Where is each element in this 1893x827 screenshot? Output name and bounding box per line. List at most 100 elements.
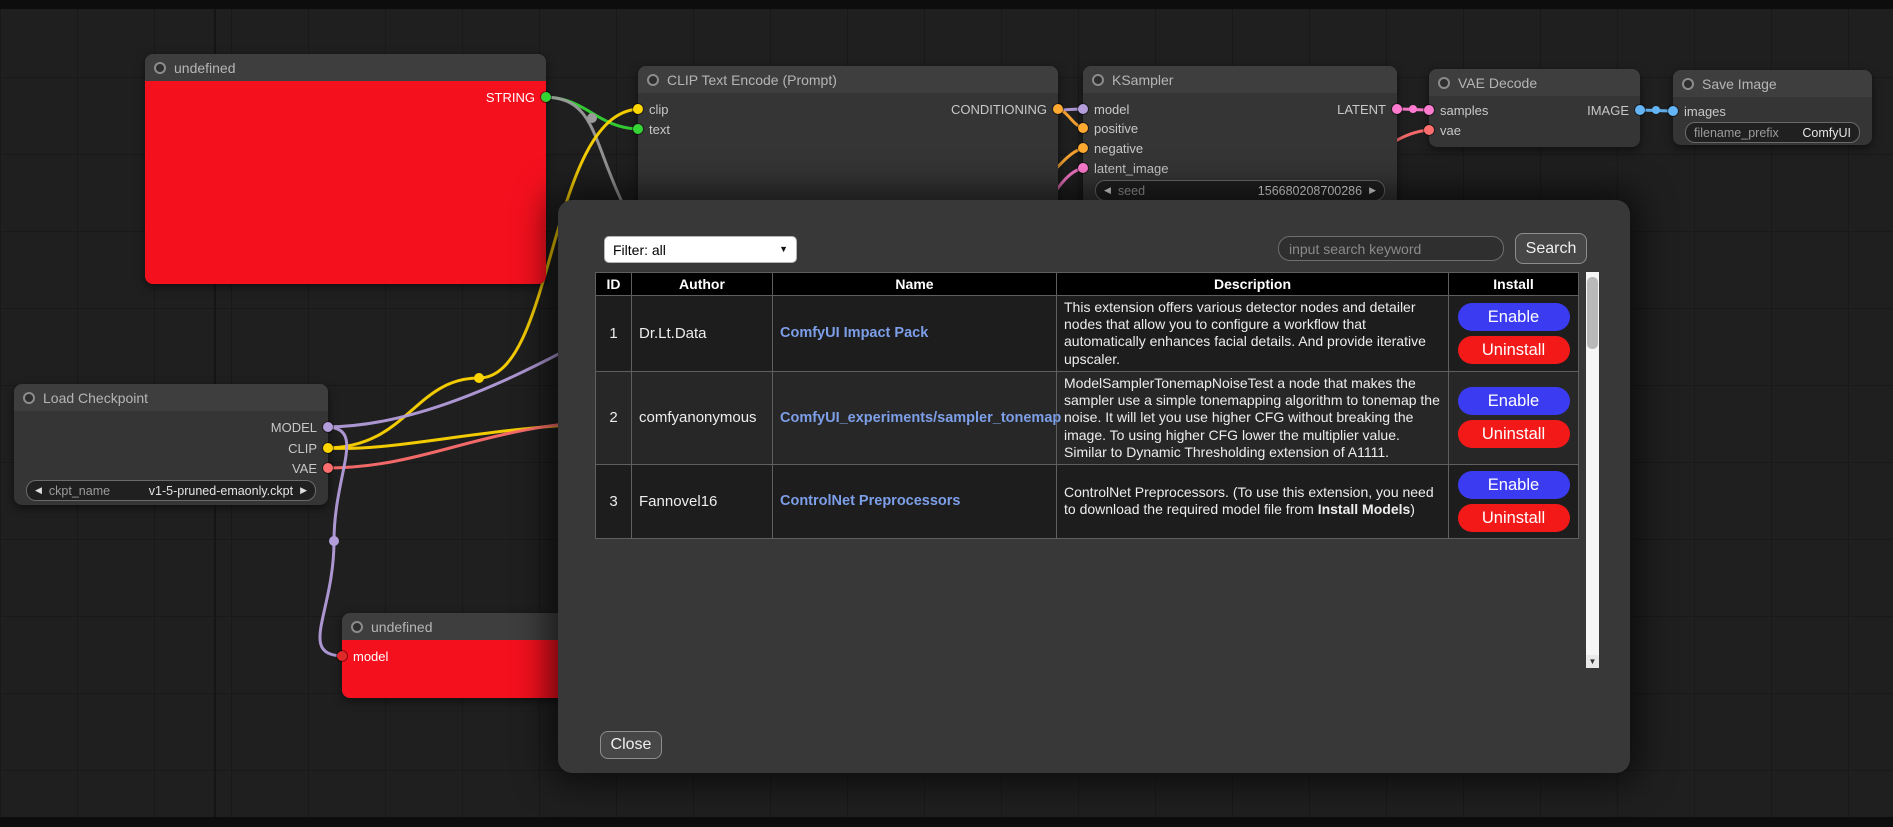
slot-dot-icon[interactable] <box>323 463 333 473</box>
window-edge-top <box>0 0 1893 9</box>
slot-dot-icon[interactable] <box>1392 104 1402 114</box>
table-scrollbar[interactable]: ▼ <box>1586 272 1599 668</box>
input-slot-positive[interactable]: positive <box>1078 119 1138 137</box>
node-load-checkpoint[interactable]: Load Checkpoint MODEL CLIP VAE ◀ ckpt_na… <box>14 384 328 505</box>
slot-dot-icon[interactable] <box>1424 105 1434 115</box>
input-slot-negative[interactable]: negative <box>1078 139 1143 157</box>
link-dot-gray <box>587 113 597 123</box>
close-button[interactable]: Close <box>600 731 662 759</box>
slot-dot-icon[interactable] <box>633 124 643 134</box>
slot-dot-icon[interactable] <box>1078 163 1088 173</box>
extension-description: ModelSamplerTonemapNoiseTest a node that… <box>1057 371 1449 464</box>
input-slot-samples[interactable]: samples <box>1424 101 1488 119</box>
enable-button[interactable]: Enable <box>1458 303 1570 331</box>
node-collapse-icon[interactable] <box>1682 78 1694 90</box>
extension-table: ID Author Name Description Install 1Dr.L… <box>595 272 1579 539</box>
input-slot-images[interactable]: images <box>1668 102 1726 120</box>
node-title-bar[interactable]: VAE Decode <box>1429 69 1640 96</box>
node-save-image[interactable]: Save Image images filename_prefix ComfyU… <box>1673 70 1872 145</box>
node-title-bar[interactable]: CLIP Text Encode (Prompt) <box>638 66 1058 93</box>
widget-label: ckpt_name <box>49 484 110 498</box>
slot-dot-icon[interactable] <box>1078 143 1088 153</box>
widget-value: ComfyUI <box>1802 126 1851 140</box>
node-body: model <box>342 640 567 698</box>
scroll-down-arrow-icon[interactable]: ▼ <box>1586 655 1599 668</box>
table-header-row: ID Author Name Description Install <box>596 273 1579 296</box>
extension-description: ControlNet Preprocessors. (To use this e… <box>1057 464 1449 538</box>
node-collapse-icon[interactable] <box>154 62 166 74</box>
node-collapse-icon[interactable] <box>1438 77 1450 89</box>
extension-row: 3Fannovel16ControlNet PreprocessorsContr… <box>596 464 1579 538</box>
node-undefined-top[interactable]: undefined STRING <box>145 54 546 284</box>
extension-id: 1 <box>596 296 632 372</box>
node-title-bar[interactable]: KSampler <box>1083 66 1397 93</box>
slot-label: clip <box>649 102 669 117</box>
enable-button[interactable]: Enable <box>1458 387 1570 415</box>
uninstall-button[interactable]: Uninstall <box>1458 420 1570 448</box>
extension-link[interactable]: ComfyUI_experiments/sampler_tonemap <box>780 410 1061 426</box>
extension-row: 2comfyanonymousComfyUI_experiments/sampl… <box>596 371 1579 464</box>
increment-arrow-icon[interactable]: ▶ <box>1369 186 1376 195</box>
input-slot-latent-image[interactable]: latent_image <box>1078 159 1168 177</box>
filter-select[interactable]: Filter: all <box>604 236 797 263</box>
slot-label: text <box>649 122 670 137</box>
filename-prefix-widget[interactable]: filename_prefix ComfyUI <box>1685 122 1860 143</box>
node-vae-decode[interactable]: VAE Decode samples vae IMAGE <box>1429 69 1640 147</box>
widget-value: 156680208700286 <box>1258 184 1362 198</box>
extension-link[interactable]: ComfyUI Impact Pack <box>780 325 928 341</box>
node-collapse-icon[interactable] <box>1092 74 1104 86</box>
uninstall-button[interactable]: Uninstall <box>1458 504 1570 532</box>
link-dot-image <box>1652 106 1660 114</box>
node-collapse-icon[interactable] <box>23 392 35 404</box>
slot-dot-icon[interactable] <box>1635 105 1645 115</box>
node-title-bar[interactable]: undefined <box>145 54 546 81</box>
enable-button[interactable]: Enable <box>1458 471 1570 499</box>
node-title-bar[interactable]: Load Checkpoint <box>14 384 328 411</box>
node-title-bar[interactable]: Save Image <box>1673 70 1872 97</box>
ckpt-name-widget[interactable]: ◀ ckpt_name v1-5-pruned-emaonly.ckpt ▶ <box>26 480 316 501</box>
decrement-arrow-icon[interactable]: ◀ <box>1104 186 1111 195</box>
slot-dot-icon[interactable] <box>1078 123 1088 133</box>
slot-label: model <box>1094 102 1129 117</box>
node-collapse-icon[interactable] <box>647 74 659 86</box>
slot-dot-icon[interactable] <box>337 651 347 661</box>
input-slot-vae[interactable]: vae <box>1424 121 1461 139</box>
input-slot-model[interactable]: model <box>337 647 388 665</box>
slot-dot-icon[interactable] <box>1053 104 1063 114</box>
node-title-bar[interactable]: undefined <box>342 613 567 640</box>
extension-id: 2 <box>596 371 632 464</box>
output-slot-model[interactable]: MODEL <box>271 418 333 436</box>
slot-dot-icon[interactable] <box>323 443 333 453</box>
output-slot-clip[interactable]: CLIP <box>288 439 333 457</box>
output-slot-image[interactable]: IMAGE <box>1587 101 1645 119</box>
header-install: Install <box>1449 273 1579 296</box>
scrollbar-thumb[interactable] <box>1587 277 1598 349</box>
decrement-arrow-icon[interactable]: ◀ <box>35 486 42 495</box>
slot-dot-icon[interactable] <box>1668 106 1678 116</box>
node-ksampler[interactable]: KSampler model positive negative latent_… <box>1083 66 1397 216</box>
slot-dot-icon[interactable] <box>541 92 551 102</box>
uninstall-button[interactable]: Uninstall <box>1458 336 1570 364</box>
slot-label: IMAGE <box>1587 103 1629 118</box>
search-button[interactable]: Search <box>1515 233 1587 264</box>
increment-arrow-icon[interactable]: ▶ <box>300 486 307 495</box>
search-input[interactable] <box>1278 236 1504 261</box>
widget-value: v1-5-pruned-emaonly.ckpt <box>149 484 293 498</box>
input-slot-text[interactable]: text <box>633 120 670 138</box>
node-undefined-bottom[interactable]: undefined model <box>342 613 567 698</box>
slot-dot-icon[interactable] <box>323 422 333 432</box>
slot-dot-icon[interactable] <box>1424 125 1434 135</box>
widget-label: filename_prefix <box>1694 126 1779 140</box>
node-collapse-icon[interactable] <box>351 621 363 633</box>
input-slot-clip[interactable]: clip <box>633 100 669 118</box>
input-slot-model[interactable]: model <box>1078 100 1129 118</box>
extension-link[interactable]: ControlNet Preprocessors <box>780 493 961 509</box>
output-slot-conditioning[interactable]: CONDITIONING <box>951 100 1063 118</box>
seed-widget[interactable]: ◀ seed 156680208700286 ▶ <box>1095 180 1385 201</box>
output-slot-vae[interactable]: VAE <box>292 459 333 477</box>
slot-dot-icon[interactable] <box>633 104 643 114</box>
output-slot-latent[interactable]: LATENT <box>1337 100 1402 118</box>
output-slot-string[interactable]: STRING <box>486 88 551 106</box>
slot-dot-icon[interactable] <box>1078 104 1088 114</box>
manager-dialog: Filter: all ▼ Search ID Author Name Desc… <box>558 200 1630 773</box>
